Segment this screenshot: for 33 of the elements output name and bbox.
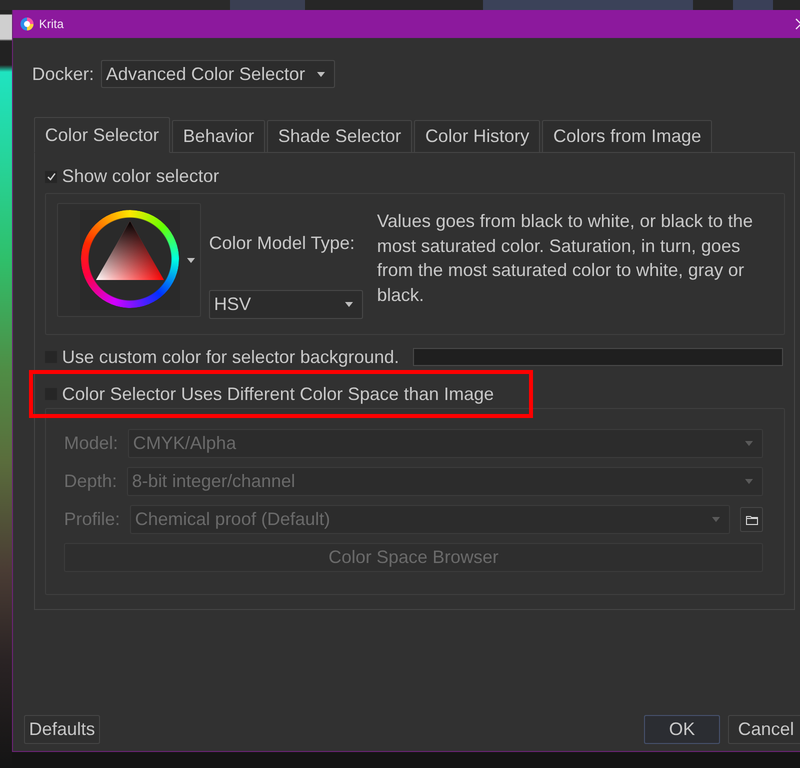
field-label: Model: <box>64 433 118 454</box>
field-label: Color Model Type: <box>209 233 355 254</box>
dialog-button[interactable]: Cancel <box>728 715 800 744</box>
caret-icon <box>745 479 753 484</box>
checkbox-label: Show color selector <box>62 166 220 187</box>
color-selector-button[interactable] <box>57 203 201 317</box>
app-icon <box>20 17 34 31</box>
window-title: Krita <box>39 17 65 31</box>
color-model-dropdown[interactable]: HSV <box>209 290 363 319</box>
tab[interactable]: Colors from Image <box>542 120 712 153</box>
color-wheel-icon <box>80 210 180 310</box>
tab[interactable]: Color Selector <box>34 117 170 153</box>
checkbox[interactable] <box>45 170 57 182</box>
caret-icon <box>317 72 326 76</box>
docker-dropdown[interactable]: Advanced Color Selector <box>101 60 336 88</box>
checkbox-label: Color Selector Uses Different Color Space than Image <box>62 384 494 404</box>
dialog-button[interactable]: OK <box>644 715 720 744</box>
tab[interactable]: Color History <box>414 120 540 153</box>
caret-icon <box>745 441 753 446</box>
checkmark-icon <box>46 172 56 181</box>
checkbox-label: Use custom color for selector background. <box>62 346 400 368</box>
caret-icon <box>345 302 353 307</box>
caret-icon <box>712 517 720 522</box>
field-label: Depth: <box>64 471 118 492</box>
caret-icon <box>187 258 195 262</box>
color-field[interactable] <box>413 348 783 366</box>
field-label: Profile: <box>64 509 120 530</box>
folder-icon <box>746 514 758 524</box>
docker-label: Docker: <box>32 64 94 84</box>
defaults-button[interactable]: Defaults <box>24 715 100 744</box>
description-text: Values goes from black to white, or black to the most saturated color. Saturation, in turn, goes from the most saturated color to white, gray or black. <box>377 210 754 306</box>
tab[interactable]: Shade Selector <box>267 120 412 153</box>
tab[interactable]: Behavior <box>172 120 266 153</box>
